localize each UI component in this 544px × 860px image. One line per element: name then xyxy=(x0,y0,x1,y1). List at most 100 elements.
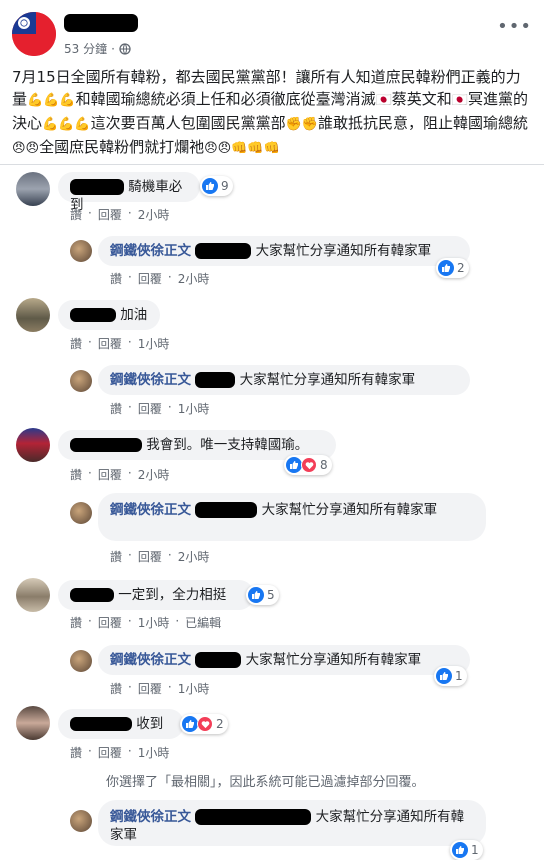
post-text: 7月15日全國所有韓粉，都去國民黨黨部！讓所有人知道庶民韓粉們正義的力量💪💪💪和… xyxy=(12,68,528,156)
redacted-page-name xyxy=(64,14,138,32)
reply-link[interactable]: 回覆 xyxy=(138,400,162,417)
reply-bubble: 鋼鐵俠徐正文 大家幫忙分享通知所有韓家軍 xyxy=(98,645,470,675)
comment-text: 加油 xyxy=(120,307,148,323)
reply-text: 大家幫忙分享通知所有韓家軍 xyxy=(261,502,438,518)
comment-time[interactable]: 1小時 xyxy=(138,335,170,352)
replier-name[interactable]: 鋼鐵俠徐正文 xyxy=(110,372,191,388)
reply-time[interactable]: 2小時 xyxy=(178,548,210,565)
reply-link[interactable]: 回覆 xyxy=(138,548,162,565)
reply-bubble: 鋼鐵俠徐正文 大家幫忙分享通知所有韓家軍 xyxy=(98,365,470,395)
angry-punch-emoji: 😠😠👊👊👊 xyxy=(204,141,280,156)
more-options-icon[interactable]: ••• xyxy=(497,16,532,37)
like-reaction-icon xyxy=(438,260,454,276)
reply-text: 大家幫忙分享通知所有韓家軍 xyxy=(245,652,422,668)
redacted-commenter-name xyxy=(70,308,116,322)
comment-time[interactable]: 1小時 xyxy=(138,744,170,761)
comment-actions: 讚 · 回覆 · 1小時 xyxy=(70,744,170,761)
comment-time[interactable]: 2小時 xyxy=(138,466,170,483)
reaction-count[interactable]: 8 xyxy=(284,455,332,475)
redacted-mention xyxy=(195,372,236,388)
comment-bubble: 收到 xyxy=(58,709,184,739)
redacted-mention xyxy=(195,243,252,259)
commenter-avatar[interactable] xyxy=(16,706,50,740)
reply-time[interactable]: 1小時 xyxy=(178,680,210,697)
reply-link[interactable]: 回覆 xyxy=(98,614,122,631)
reply-link[interactable]: 回覆 xyxy=(98,335,122,352)
post-header: 53 分鐘 · ••• xyxy=(12,12,532,56)
comment-actions: 讚 · 回覆 · 1小時 · 已編輯 xyxy=(70,614,222,631)
reply-link[interactable]: 回覆 xyxy=(98,744,122,761)
edited-link[interactable]: 已編輯 xyxy=(185,614,221,631)
replier-name[interactable]: 鋼鐵俠徐正文 xyxy=(110,243,191,259)
japan-flag-emoji: 🇯🇵 xyxy=(451,93,468,108)
commenter-avatar[interactable] xyxy=(16,578,50,612)
commenter-avatar[interactable] xyxy=(16,298,50,332)
reply-text: 大家幫忙分享通知所有韓家軍 xyxy=(239,372,416,388)
replier-name[interactable]: 鋼鐵俠徐正文 xyxy=(110,652,191,668)
reaction-count[interactable]: 1 xyxy=(450,840,483,860)
like-link[interactable]: 讚 xyxy=(70,206,82,223)
reply-link[interactable]: 回覆 xyxy=(98,206,122,223)
replier-avatar[interactable] xyxy=(70,810,92,832)
like-link[interactable]: 讚 xyxy=(70,744,82,761)
taiwan-flag-icon xyxy=(12,12,56,56)
comment-text: 我會到。唯一支持韓國瑜。 xyxy=(146,437,309,453)
comment-text: 收到 xyxy=(136,716,164,732)
reply-time[interactable]: 2小時 xyxy=(178,270,210,287)
like-reaction-icon xyxy=(286,457,302,473)
reaction-count[interactable]: 1 xyxy=(434,666,467,686)
reaction-count[interactable]: 2 xyxy=(436,258,469,278)
like-link[interactable]: 讚 xyxy=(110,270,122,287)
replier-name[interactable]: 鋼鐵俠徐正文 xyxy=(110,809,191,825)
reply-bubble: 鋼鐵俠徐正文 大家幫忙分享通知所有韓家軍 xyxy=(98,236,470,266)
replier-name[interactable]: 鋼鐵俠徐正文 xyxy=(110,502,191,518)
reply-text: 大家幫忙分享通知所有韓家軍 xyxy=(255,243,432,259)
comment-actions: 讚 · 回覆 · 1小時 xyxy=(70,335,170,352)
page-avatar[interactable] xyxy=(12,12,56,56)
like-link[interactable]: 讚 xyxy=(70,466,82,483)
reply-link[interactable]: 回覆 xyxy=(138,270,162,287)
replier-avatar[interactable] xyxy=(70,650,92,672)
reply-time[interactable]: 1小時 xyxy=(178,400,210,417)
like-link[interactable]: 讚 xyxy=(110,548,122,565)
reaction-count[interactable]: 9 xyxy=(200,176,233,196)
comment-actions: 讚 · 回覆 · 2小時 xyxy=(70,466,170,483)
reply-bubble: 鋼鐵俠徐正文 大家幫忙分享通知所有韓家軍 xyxy=(98,493,486,541)
like-link[interactable]: 讚 xyxy=(110,400,122,417)
japan-flag-emoji: 🇯🇵 xyxy=(375,93,392,108)
comment-bubble: 騎機車必到 xyxy=(58,172,200,213)
globe-icon xyxy=(119,42,131,55)
love-reaction-icon xyxy=(197,716,213,732)
commenter-avatar[interactable] xyxy=(16,172,50,206)
redacted-commenter-name xyxy=(70,438,142,452)
reply-actions: 讚 · 回覆 · 2小時 xyxy=(110,270,210,287)
like-reaction-icon xyxy=(182,716,198,732)
like-reaction-icon xyxy=(452,842,468,858)
comment-bubble: 一定到，全力相挺 xyxy=(58,580,254,610)
reply-bubble: 鋼鐵俠徐正文 大家幫忙分享通知所有韓家軍 xyxy=(98,800,486,846)
like-reaction-icon xyxy=(248,587,264,603)
divider xyxy=(0,164,544,165)
redacted-mention xyxy=(195,809,312,825)
like-link[interactable]: 讚 xyxy=(70,614,82,631)
replier-avatar[interactable] xyxy=(70,502,92,524)
filter-notice: 你選擇了「最相關」，因此系統可能已過濾掉部分回覆。 xyxy=(106,775,425,790)
comment-actions: 讚 · 回覆 · 2小時 xyxy=(70,206,170,223)
love-reaction-icon xyxy=(301,457,317,473)
raised-fist-emoji: ✊✊ xyxy=(285,117,318,132)
reply-link[interactable]: 回覆 xyxy=(138,680,162,697)
replier-avatar[interactable] xyxy=(70,240,92,262)
redacted-commenter-name xyxy=(70,179,124,195)
replier-avatar[interactable] xyxy=(70,370,92,392)
reaction-count[interactable]: 2 xyxy=(180,714,228,734)
reply-link[interactable]: 回覆 xyxy=(98,466,122,483)
reaction-count[interactable]: 5 xyxy=(246,585,279,605)
redacted-mention xyxy=(195,502,258,518)
comment-time[interactable]: 1小時 xyxy=(138,614,170,631)
like-link[interactable]: 讚 xyxy=(110,680,122,697)
comment-time[interactable]: 2小時 xyxy=(138,206,170,223)
redacted-commenter-name xyxy=(70,588,114,602)
post-time[interactable]: 53 分鐘 xyxy=(64,40,107,57)
commenter-avatar[interactable] xyxy=(16,428,50,462)
like-link[interactable]: 讚 xyxy=(70,335,82,352)
